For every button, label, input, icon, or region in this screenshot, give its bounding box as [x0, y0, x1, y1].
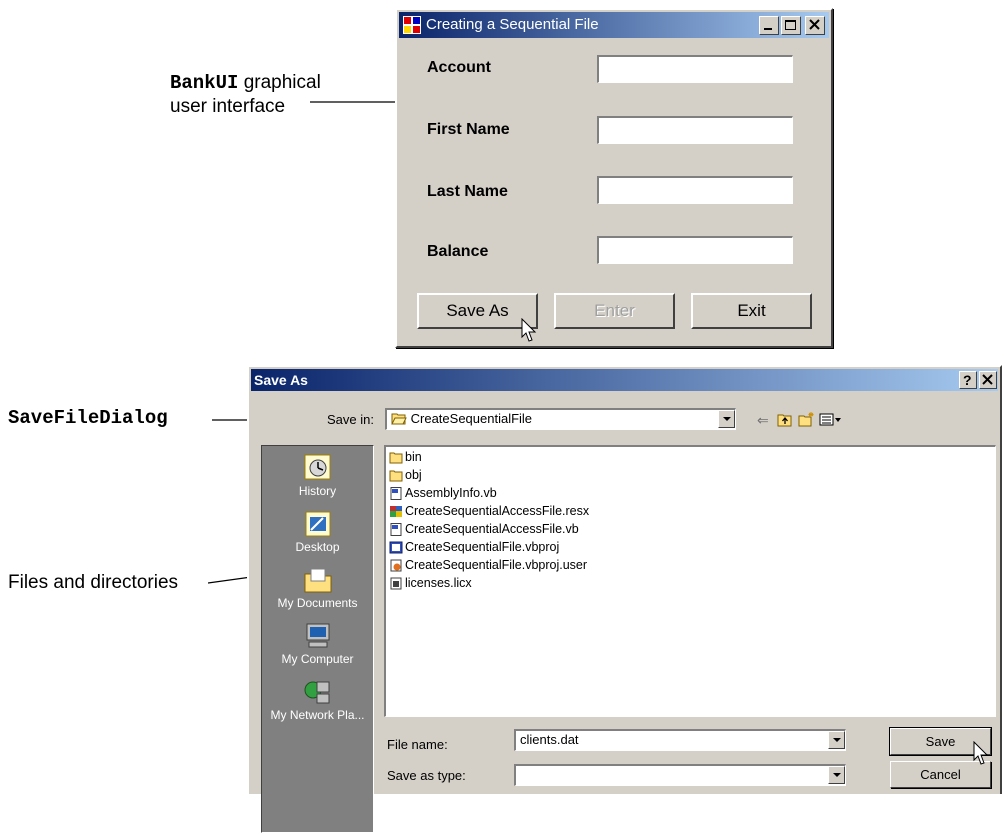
svg-text:?: ?: [963, 372, 972, 388]
first-name-input[interactable]: [597, 116, 793, 144]
place-my-network-label: My Network Pla...: [270, 708, 365, 722]
file-name-input[interactable]: clients.dat: [514, 729, 846, 751]
bankui-annotation: BankUI graphical: [170, 71, 321, 95]
bankui-window: Creating a Sequential File Account First…: [395, 8, 833, 348]
save-as-button[interactable]: Save As: [417, 293, 538, 329]
new-folder-icon[interactable]: [798, 412, 815, 427]
place-desktop[interactable]: Desktop: [262, 510, 373, 554]
list-item[interactable]: CreateSequentialFile.vbproj: [389, 538, 559, 556]
resx-file-icon: [390, 505, 402, 517]
user-file-icon: [390, 559, 402, 571]
list-item[interactable]: CreateSequentialAccessFile.resx: [389, 502, 589, 520]
mouse-cursor-icon: [973, 741, 989, 765]
place-history-label: History: [298, 484, 337, 498]
save-type-select[interactable]: [514, 764, 846, 786]
help-button[interactable]: ?: [959, 371, 977, 389]
chevron-down-icon[interactable]: [828, 731, 845, 749]
bankui-title: Creating a Sequential File: [426, 16, 599, 33]
my-documents-icon: [304, 568, 331, 593]
history-icon: [304, 454, 330, 480]
file-name: bin: [405, 450, 422, 464]
file-name: CreateSequentialFile.vbproj: [405, 540, 560, 554]
last-name-input[interactable]: [597, 176, 793, 204]
place-my-documents-label: My Documents: [277, 596, 358, 610]
bankui-annotation-line2: user interface: [170, 96, 286, 117]
app-icon: [403, 16, 421, 34]
vbproj-file-icon: [389, 541, 403, 553]
list-item[interactable]: AssemblyInfo.vb: [389, 484, 497, 502]
help-icon: ?: [963, 372, 972, 388]
exit-button[interactable]: Exit: [691, 293, 812, 329]
list-item[interactable]: CreateSequentialAccessFile.vb: [389, 520, 579, 538]
maximize-button[interactable]: [781, 16, 801, 35]
file-name-label: File name:: [387, 737, 448, 752]
close-button[interactable]: [805, 16, 825, 35]
enter-button[interactable]: Enter: [554, 293, 675, 329]
account-input[interactable]: [597, 55, 793, 83]
file-name: licenses.licx: [405, 576, 472, 590]
balance-input[interactable]: [597, 236, 793, 264]
folder-open-icon: [391, 413, 407, 425]
balance-label: Balance: [427, 243, 489, 260]
view-menu-icon[interactable]: [819, 413, 843, 427]
cancel-button-label: Cancel: [920, 767, 961, 782]
file-name: CreateSequentialAccessFile.vb: [405, 522, 579, 536]
minimize-icon: [764, 28, 772, 30]
mouse-cursor-icon: [521, 318, 537, 342]
folder-icon: [389, 470, 403, 481]
file-name: CreateSequentialAccessFile.resx: [405, 504, 590, 518]
save-in-combo[interactable]: CreateSequentialFile: [385, 408, 736, 430]
save-in-value: CreateSequentialFile: [410, 411, 533, 426]
desktop-icon: [305, 511, 330, 537]
bankui-titlebar[interactable]: Creating a Sequential File: [399, 12, 829, 38]
file-list[interactable]: bin obj AssemblyInfo.vb CreateSequential…: [384, 445, 996, 717]
file-name-value: clients.dat: [520, 732, 579, 747]
my-network-icon: [304, 681, 329, 704]
save-type-label: Save as type:: [387, 768, 466, 783]
list-item[interactable]: bin: [389, 448, 422, 466]
file-name: CreateSequentialFile.vbproj.user: [405, 558, 588, 572]
save-as-dialog: Save As ? Save in: CreateSequentialFile …: [247, 365, 1002, 833]
save-as-button-label: Save As: [446, 301, 509, 320]
place-my-computer-label: My Computer: [281, 652, 354, 666]
save-as-titlebar[interactable]: Save As ?: [251, 369, 998, 391]
list-item[interactable]: obj: [389, 466, 422, 484]
close-icon: [982, 374, 993, 385]
list-item[interactable]: CreateSequentialFile.vbproj.user: [389, 556, 587, 574]
bankui-annotation-code: BankUI: [170, 72, 239, 94]
folder-icon: [389, 452, 403, 463]
save-as-title: Save As: [254, 372, 308, 388]
first-name-label: First Name: [427, 121, 510, 138]
bankui-annotation-text1: graphical: [243, 72, 321, 93]
list-item[interactable]: licenses.licx: [389, 574, 472, 592]
save-in-label: Save in:: [327, 412, 374, 427]
save-button-label: Save: [925, 734, 956, 749]
place-my-network[interactable]: My Network Pla...: [262, 678, 373, 722]
maximize-icon: [785, 20, 796, 30]
chevron-down-icon[interactable]: [718, 410, 735, 428]
vb-file-icon: [390, 522, 402, 536]
close-icon: [809, 19, 820, 30]
enter-button-label: Enter: [594, 301, 635, 320]
files-directories-annotation: Files and directories: [8, 572, 179, 593]
place-my-computer[interactable]: My Computer: [262, 622, 373, 666]
up-folder-icon[interactable]: [777, 413, 793, 427]
last-name-label: Last Name: [427, 183, 508, 200]
back-icon[interactable]: ⇐: [757, 412, 769, 429]
place-desktop-label: Desktop: [295, 540, 340, 554]
place-history[interactable]: History: [262, 454, 373, 498]
savefiledialog-annotation: SaveFileDialog: [8, 407, 168, 429]
exit-button-label: Exit: [737, 301, 766, 320]
chevron-down-icon[interactable]: [828, 766, 845, 784]
account-label: Account: [427, 59, 491, 76]
minimize-button[interactable]: [759, 16, 779, 35]
dialog-close-button[interactable]: [979, 371, 997, 389]
my-computer-icon: [306, 623, 329, 648]
places-bar: History Desktop My Documents My Computer…: [261, 445, 374, 833]
licx-file-icon: [390, 577, 402, 589]
vb-file-icon: [390, 486, 402, 500]
file-name: obj: [405, 468, 422, 482]
place-my-documents[interactable]: My Documents: [262, 566, 373, 610]
file-name: AssemblyInfo.vb: [405, 486, 497, 500]
